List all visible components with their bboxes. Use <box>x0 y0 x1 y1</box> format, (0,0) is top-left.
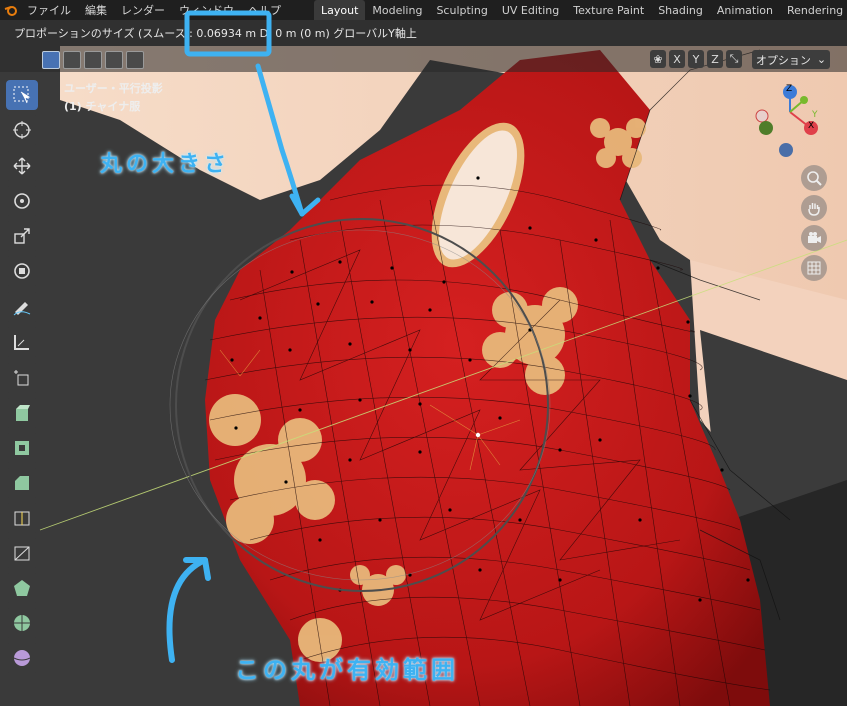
annotation-strokes <box>166 10 321 663</box>
annotation-circle-size: 丸の大きさ <box>100 152 231 177</box>
annotation-effective-range: この丸が有効範囲 <box>235 656 459 684</box>
